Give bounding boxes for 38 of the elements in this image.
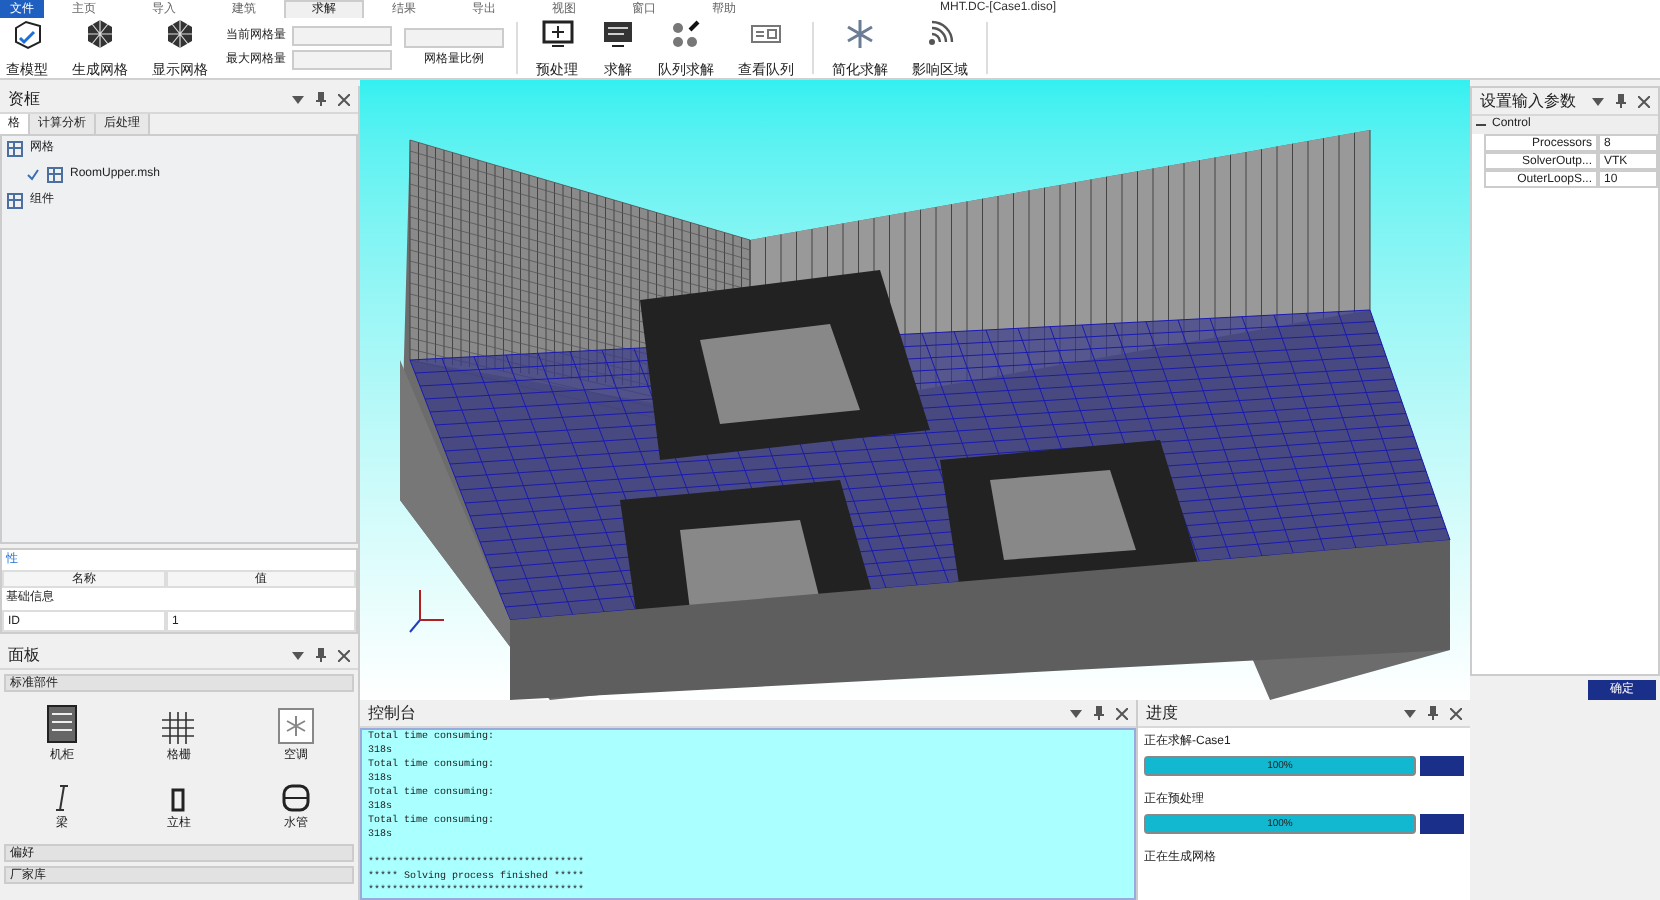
pin-icon[interactable]	[1094, 706, 1104, 720]
panel-title: 设置输入参数	[1480, 89, 1576, 113]
pin-icon[interactable]	[316, 92, 326, 106]
signal-icon	[924, 18, 956, 50]
cabinet-icon	[46, 704, 79, 744]
gear-cluster-icon	[670, 18, 702, 50]
pin-icon[interactable]	[1616, 94, 1626, 108]
monitor-icon	[541, 18, 573, 50]
dropdown-icon[interactable]	[292, 651, 304, 659]
pin-icon[interactable]	[1428, 706, 1438, 720]
close-icon[interactable]	[1638, 95, 1650, 107]
beam-icon	[54, 784, 71, 812]
dropdown-icon[interactable]	[292, 95, 304, 103]
close-icon[interactable]	[338, 649, 350, 661]
mesh-icon	[46, 166, 64, 184]
dropdown-icon[interactable]	[1592, 97, 1604, 105]
dropdown-icon[interactable]	[1070, 709, 1082, 717]
column-icon	[170, 788, 187, 812]
close-icon[interactable]	[1116, 707, 1128, 719]
panel-title: 进度	[1146, 701, 1178, 725]
mesh-icon	[6, 140, 24, 158]
snowflake-icon	[277, 708, 314, 744]
pipe-icon	[281, 784, 310, 812]
mesh-icon	[6, 192, 24, 210]
panel-title: 控制台	[368, 701, 416, 725]
pin-icon[interactable]	[316, 648, 326, 662]
collapse-icon[interactable]	[1476, 120, 1486, 130]
snowflake-icon	[844, 18, 876, 50]
input-field[interactable]	[292, 50, 392, 70]
input-field[interactable]	[292, 26, 392, 46]
input-field[interactable]	[404, 27, 504, 47]
dropdown-icon[interactable]	[1404, 709, 1416, 717]
close-icon[interactable]	[1450, 707, 1462, 719]
close-icon[interactable]	[338, 93, 350, 105]
panel-title: 面板	[8, 643, 40, 667]
checkbox[interactable]	[26, 168, 40, 182]
panel-title: 资框	[8, 87, 40, 111]
grid-icon	[162, 712, 195, 744]
